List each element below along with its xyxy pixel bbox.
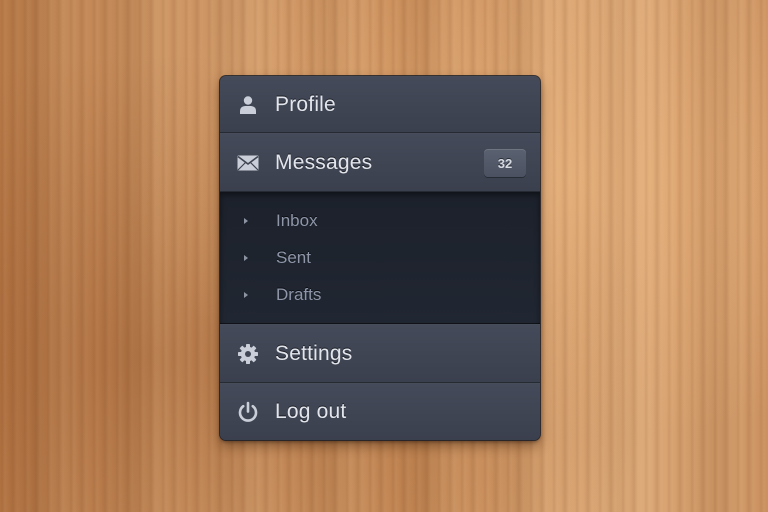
messages-submenu: Inbox Sent Drafts <box>220 192 540 324</box>
menu-item-label: Profile <box>275 92 336 116</box>
submenu-item-sent[interactable]: Sent <box>220 243 540 273</box>
menu-item-label: Settings <box>275 341 353 365</box>
caret-right-icon <box>244 218 248 224</box>
caret-right-icon <box>244 255 248 261</box>
submenu-item-label: Inbox <box>276 211 318 230</box>
caret-right-icon <box>244 292 248 298</box>
menu-item-profile[interactable]: Profile <box>220 76 540 133</box>
submenu-item-label: Sent <box>276 248 311 267</box>
user-icon <box>237 94 259 116</box>
unread-count-badge: 32 <box>484 149 526 177</box>
menu-item-label: Messages <box>275 150 373 174</box>
gear-icon <box>237 343 259 365</box>
power-icon <box>237 401 259 423</box>
submenu-item-inbox[interactable]: Inbox <box>220 206 540 236</box>
menu-item-label: Log out <box>275 400 347 423</box>
submenu-item-label: Drafts <box>276 285 322 304</box>
menu-item-messages[interactable]: Messages 32 <box>220 133 540 192</box>
menu-item-settings[interactable]: Settings <box>220 324 540 383</box>
submenu-item-drafts[interactable]: Drafts <box>220 280 540 310</box>
navigation-menu: Profile Messages 32 Inbox Sent Drafts Se… <box>220 76 540 440</box>
envelope-icon <box>237 152 259 174</box>
menu-item-logout[interactable]: Log out <box>220 383 540 440</box>
